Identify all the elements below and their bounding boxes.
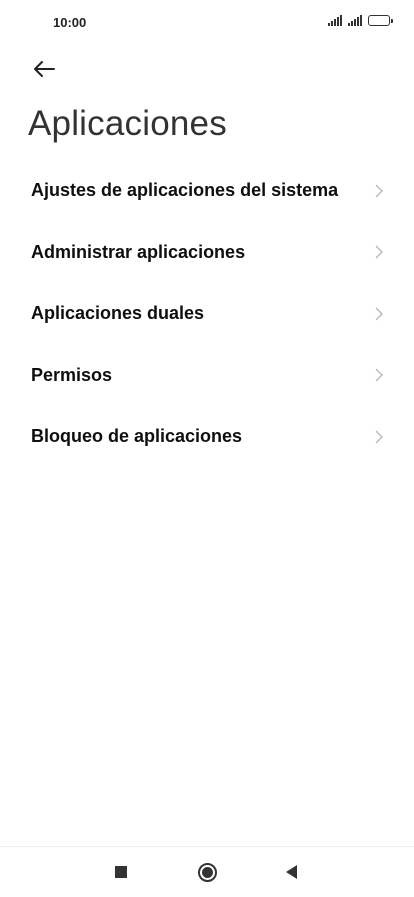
settings-item-system-app-settings[interactable]: Ajustes de aplicaciones del sistema — [0, 160, 414, 222]
settings-item-label: Administrar aplicaciones — [31, 241, 246, 262]
chevron-right-icon — [372, 368, 386, 382]
settings-item-dual-apps[interactable]: Aplicaciones duales — [0, 283, 414, 345]
home-button[interactable] — [185, 847, 229, 897]
settings-item-label: Permisos — [31, 364, 113, 385]
settings-item-manage-apps[interactable]: Administrar aplicaciones — [0, 222, 414, 284]
chevron-right-icon — [372, 184, 386, 198]
circle-icon — [197, 862, 217, 882]
status-time: 10:00 — [53, 15, 87, 30]
settings-screen: 10:00 Aplicaciones Ajustes de aplicacion… — [0, 0, 414, 897]
battery-icon — [368, 15, 393, 26]
signal-icon — [348, 15, 362, 26]
settings-item-app-lock[interactable]: Bloqueo de aplicaciones — [0, 406, 414, 468]
back-button[interactable] — [26, 52, 62, 86]
recents-button[interactable] — [99, 847, 143, 897]
nav-back-button[interactable] — [269, 847, 313, 897]
square-icon — [115, 866, 127, 878]
arrow-left-icon — [34, 61, 55, 77]
settings-list: Ajustes de aplicaciones del sistema Admi… — [0, 160, 414, 468]
settings-item-label: Bloqueo de aplicaciones — [31, 426, 243, 447]
signal-icon — [328, 15, 342, 26]
chevron-right-icon — [372, 430, 386, 444]
settings-item-permissions[interactable]: Permisos — [0, 345, 414, 407]
nav-bar — [0, 847, 414, 897]
settings-item-label: Ajustes de aplicaciones del sistema — [31, 180, 339, 201]
settings-item-label: Aplicaciones duales — [31, 303, 205, 324]
chevron-right-icon — [372, 307, 386, 321]
triangle-back-icon — [285, 865, 297, 879]
status-bar: 10:00 — [0, 0, 414, 44]
chevron-right-icon — [372, 245, 386, 259]
page-title: Aplicaciones — [28, 104, 227, 143]
status-icons — [328, 15, 393, 26]
